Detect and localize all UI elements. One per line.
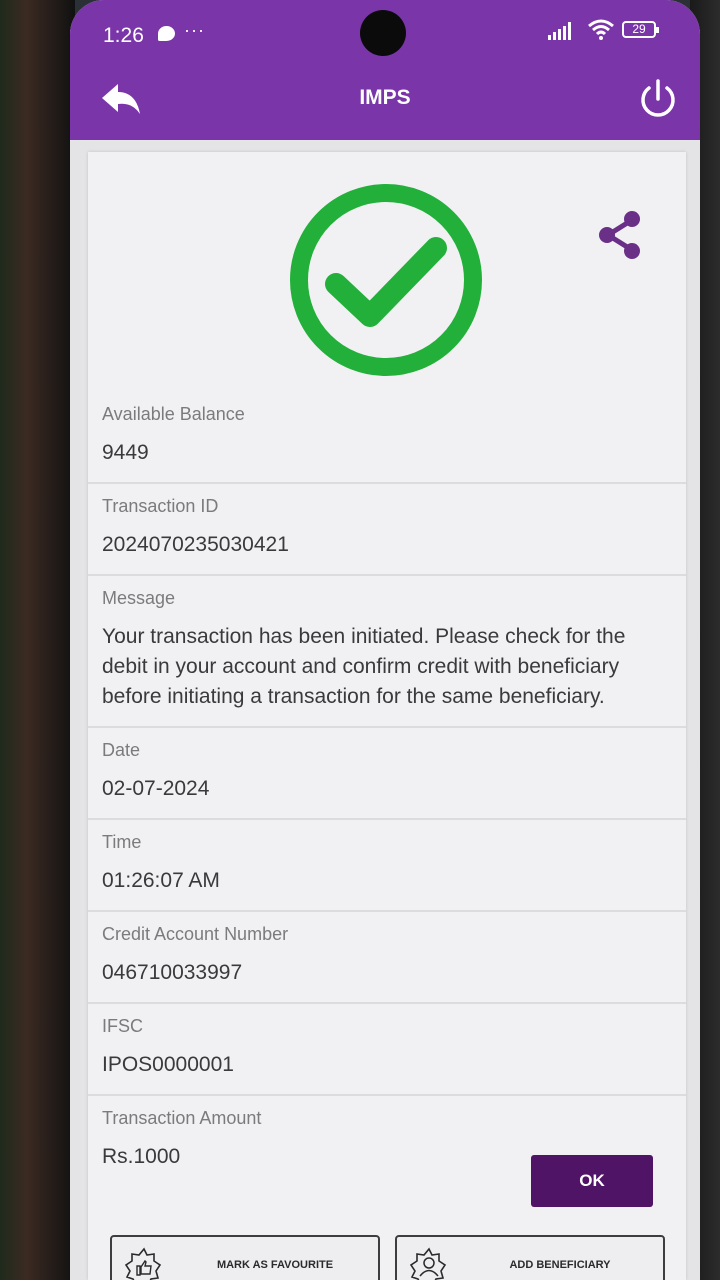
- detail-row-available-balance: Available Balance 9449: [88, 392, 686, 484]
- content-area: Available Balance 9449 Transaction ID 20…: [70, 140, 700, 1280]
- page-title: IMPS: [359, 86, 411, 109]
- more-notifications-icon: ···: [184, 20, 205, 40]
- detail-value: 2024070235030421: [102, 533, 289, 556]
- front-camera: [360, 10, 406, 56]
- thumbs-up-icon: [124, 1247, 162, 1280]
- detail-value: 9449: [102, 441, 149, 464]
- detail-label: Date: [102, 740, 141, 760]
- user-icon: [409, 1247, 447, 1280]
- chat-notification-icon: [158, 26, 175, 41]
- app-bar: IMPS: [70, 60, 700, 140]
- success-check-icon: [290, 184, 482, 376]
- status-bar: 1:26 ··· 29: [70, 0, 700, 60]
- battery-icon: 29: [622, 21, 659, 38]
- detail-row-ifsc: IFSC IPOS0000001: [88, 1004, 686, 1096]
- detail-value: 046710033997: [102, 961, 243, 984]
- detail-label: Available Balance: [102, 404, 245, 424]
- detail-label: Transaction Amount: [102, 1108, 262, 1128]
- phone-screen: 1:26 ··· 29 IMPS Available Balance 9449 …: [70, 0, 700, 1280]
- add-beneficiary-label: ADD BENEFICIARY: [509, 1259, 611, 1271]
- wifi-icon: [588, 19, 614, 40]
- signal-icon: [548, 22, 571, 40]
- transaction-card: Available Balance 9449 Transaction ID 20…: [88, 152, 686, 1280]
- detail-label: IFSC: [102, 1016, 144, 1036]
- mark-as-favourite-button[interactable]: MARK AS FAVOURITE: [110, 1235, 380, 1280]
- detail-value: Your transaction has been initiated. Ple…: [102, 625, 626, 708]
- add-beneficiary-button[interactable]: ADD BENEFICIARY: [395, 1235, 665, 1280]
- detail-row-credit-account-number: Credit Account Number 046710033997: [88, 912, 686, 1004]
- detail-label: Message: [102, 588, 176, 608]
- transaction-details: Available Balance 9449 Transaction ID 20…: [88, 392, 686, 1186]
- detail-row-time: Time 01:26:07 AM: [88, 820, 686, 912]
- share-icon[interactable]: [594, 207, 646, 263]
- detail-row-transaction-id: Transaction ID 2024070235030421: [88, 484, 686, 576]
- detail-value: 01:26:07 AM: [102, 869, 220, 892]
- detail-label: Time: [102, 832, 142, 852]
- mark-as-favourite-label: MARK AS FAVOURITE: [216, 1259, 334, 1271]
- detail-row-message: Message Your transaction has been initia…: [88, 576, 686, 728]
- detail-value: IPOS0000001: [102, 1053, 234, 1076]
- power-icon[interactable]: [638, 78, 678, 120]
- detail-label: Credit Account Number: [102, 924, 289, 944]
- ok-button[interactable]: OK: [531, 1155, 653, 1207]
- detail-row-date: Date 02-07-2024: [88, 728, 686, 820]
- detail-label: Transaction ID: [102, 496, 219, 516]
- status-time: 1:26: [103, 24, 144, 47]
- detail-value: 02-07-2024: [102, 777, 210, 800]
- photo-background-left: [0, 0, 75, 1280]
